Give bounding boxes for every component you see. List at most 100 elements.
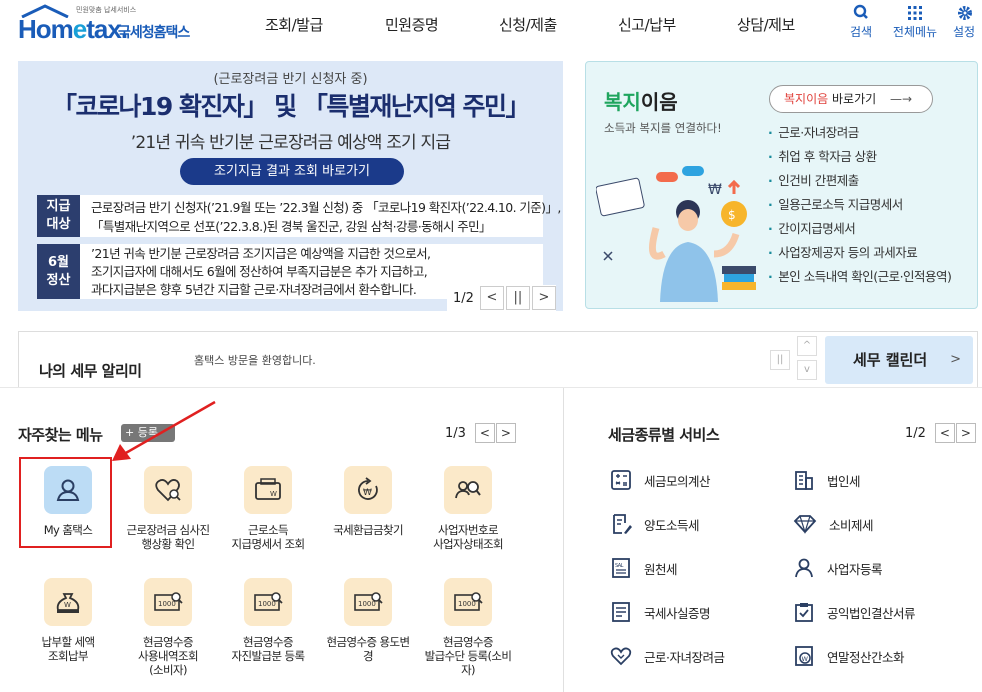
menu-tax-refund-search[interactable]: ₩ 국세환급금찾기 [318,466,418,537]
tax-alarm-bar: 나의 세무 알리미 홈택스 방문을 환영합니다. || ^ v 세무 캘린더 > [18,331,978,387]
menu-label: 현금영수증 사용내역조회 (소비자) [138,635,198,677]
banner-prev-button[interactable]: < [479,286,504,310]
main-banner[interactable]: (근로장려금 반기 신청자 중) 「코로나19 확진자」 및 「특별재난지역 주… [18,61,563,311]
menu-label: 현금영수증 발급수단 등록(소비 자) [424,635,512,677]
column-divider [563,388,564,692]
tax-service-next-button[interactable]: > [955,423,976,443]
banner-page-indicator: 1/2 [453,290,474,306]
alarm-pause-button[interactable]: || [770,350,790,370]
svg-text:1000: 1000 [458,600,476,608]
people-search-icon [444,466,492,514]
menu-label: 납부할 세액 조회납부 [41,635,96,663]
alarm-down-button[interactable]: v [797,360,817,380]
nav-civil-certificate[interactable]: 민원증명 [385,14,439,35]
menu-tax-payment[interactable]: W 납부할 세액 조회납부 [18,578,118,663]
service-corporate-tax[interactable]: 법인세 [793,469,861,491]
list-item[interactable]: 본인 소득내역 확인(근로·인적용역) [768,265,952,289]
search-button[interactable]: 검색 [839,3,883,40]
welfare-service-list: 근로·자녀장려금 취업 후 학자금 상환 인건비 간편제출 일용근로소득 지급명… [768,121,952,289]
service-eitc[interactable]: 근로·자녀장려금 [610,645,725,667]
all-menu-label: 전체메뉴 [892,25,938,39]
certificate-icon [612,602,630,622]
tax-service-prev-button[interactable]: < [934,423,955,443]
svg-text:W: W [270,490,277,498]
list-item[interactable]: 취업 후 학자금 상환 [768,145,951,169]
svg-text:W: W [64,601,71,609]
banner-pager: 1/2 < || > [447,285,556,311]
svg-text:SAL: SAL [615,563,624,569]
early-payment-result-button[interactable]: 조기지급 결과 조회 바로가기 [180,158,404,185]
service-label: 국세사실증명 [644,605,711,621]
list-item[interactable]: 인건비 간편제출 [768,169,951,193]
menu-label: 국세환급금찾기 [333,523,403,537]
banner-headline: 「코로나19 확진자」 및 「특별재난지역 주민」 [51,92,531,121]
banner-info-eligibility: 지급 대상 근로장려금 반기 신청자(’21.9월 또는 ’22.3월 신청) … [37,195,561,237]
eligibility-key: 지급 대상 [37,195,80,237]
service-year-end-settlement[interactable]: W 연말정산간소화 [793,645,905,667]
service-label: 공익법인결산서류 [827,605,916,621]
svg-text:1000: 1000 [258,600,276,608]
tax-calendar-button[interactable]: 세무 캘린더 > [825,336,973,384]
document-pen-icon [613,514,632,534]
menu-earned-income-statement[interactable]: W 근로소득 지급명세서 조회 [218,466,318,551]
menu-my-hometax[interactable]: My 홈택스 [18,466,118,537]
service-label: 소비제세 [829,517,874,533]
banner-pause-button[interactable]: || [505,286,530,310]
receipt-search-icon: 1000 [344,578,392,626]
menu-label: 현금영수증 용도변 경 [326,635,411,663]
service-consumption-tax[interactable]: 소비제세 [793,513,874,535]
welfare-go-button[interactable]: 복지이음 바로가기 —→ [769,85,933,113]
receipt-search-icon: 1000 [144,578,192,626]
header: 민원맞춤 납세서비스 Hometax. 국세청홈택스 조회/발급 민원증명 신청… [0,0,982,50]
all-menu-button[interactable]: 전체메뉴 [892,3,938,40]
list-item[interactable]: 사업장제공자 등의 과세자료 [768,241,951,265]
list-item[interactable]: 간이지급명세서 [768,217,951,241]
service-label: 원천세 [644,561,678,577]
menu-eitc-review-status[interactable]: 근로장려금 심사진 행상황 확인 [118,466,218,551]
service-withholding-tax[interactable]: SAL 원천세 [610,557,678,579]
service-tax-simulation[interactable]: 세금모의계산 [610,469,711,491]
menu-label: 사업자번호로 사업자상태조회 [433,523,503,551]
nav-inquiry-issue[interactable]: 조회/발급 [265,14,323,35]
list-item[interactable]: 일용근로소득 지급명세서 [768,193,951,217]
service-public-corp-settlement[interactable]: 공익법인결산서류 [793,601,916,623]
nav-report-pay[interactable]: 신고/납부 [618,14,676,35]
banner-next-button[interactable]: > [531,286,556,310]
settings-button[interactable]: 설정 [944,3,982,40]
tax-service-page-indicator: 1/2 [905,425,926,441]
frequent-prev-button[interactable]: < [474,423,495,443]
frequent-next-button[interactable]: > [495,423,516,443]
money-bag-icon: W [44,578,92,626]
receipt-search-icon: 1000 [444,578,492,626]
nav-apply-submit[interactable]: 신청/제출 [499,14,557,35]
svg-text:1000: 1000 [358,600,376,608]
menu-cash-receipt-usage-change[interactable]: 1000 현금영수증 용도변 경 [318,578,418,663]
receipt-icon: SAL [612,558,630,578]
list-item[interactable]: 근로·자녀장려금 [768,121,951,145]
svg-text:1000: 1000 [158,600,176,608]
service-label: 근로·자녀장려금 [644,649,725,665]
menu-cash-receipt-self-issue[interactable]: 1000 현금영수증 자진발급분 등록 [218,578,318,663]
chevron-right-icon: > [950,352,961,367]
nav-consult-report[interactable]: 상담/제보 [737,14,795,35]
service-business-registration[interactable]: 사업자등록 [793,557,883,579]
red-arrow-annotation [112,400,216,461]
menu-label: 근로장려금 심사진 행상황 확인 [126,523,211,551]
menu-business-status-lookup[interactable]: 사업자번호로 사업자상태조회 [418,466,518,551]
service-label: 양도소득세 [644,517,700,533]
menu-cash-receipt-usage[interactable]: 1000 현금영수증 사용내역조회 (소비자) [118,578,218,677]
person-icon [795,558,813,578]
diamond-icon [793,515,817,535]
wallet-icon: W [244,466,292,514]
alarm-message: 홈택스 방문을 환영합니다. [194,354,316,367]
menu-label: 근로소득 지급명세서 조회 [231,523,306,551]
hometax-logo[interactable]: 민원맞춤 납세서비스 Hometax. 국세청홈택스 [18,2,203,46]
gear-icon [958,6,972,20]
heart-search-icon [144,466,192,514]
eligibility-text: 근로장려금 반기 신청자(’21.9월 또는 ’22.3월 신청) 중 「코로나… [91,200,561,234]
search-icon [853,4,868,19]
service-tax-certificate[interactable]: 국세사실증명 [610,601,711,623]
service-capital-gains-tax[interactable]: 양도소득세 [610,513,700,535]
alarm-up-button[interactable]: ^ [797,336,817,356]
menu-cash-receipt-means-register[interactable]: 1000 현금영수증 발급수단 등록(소비 자) [418,578,518,677]
